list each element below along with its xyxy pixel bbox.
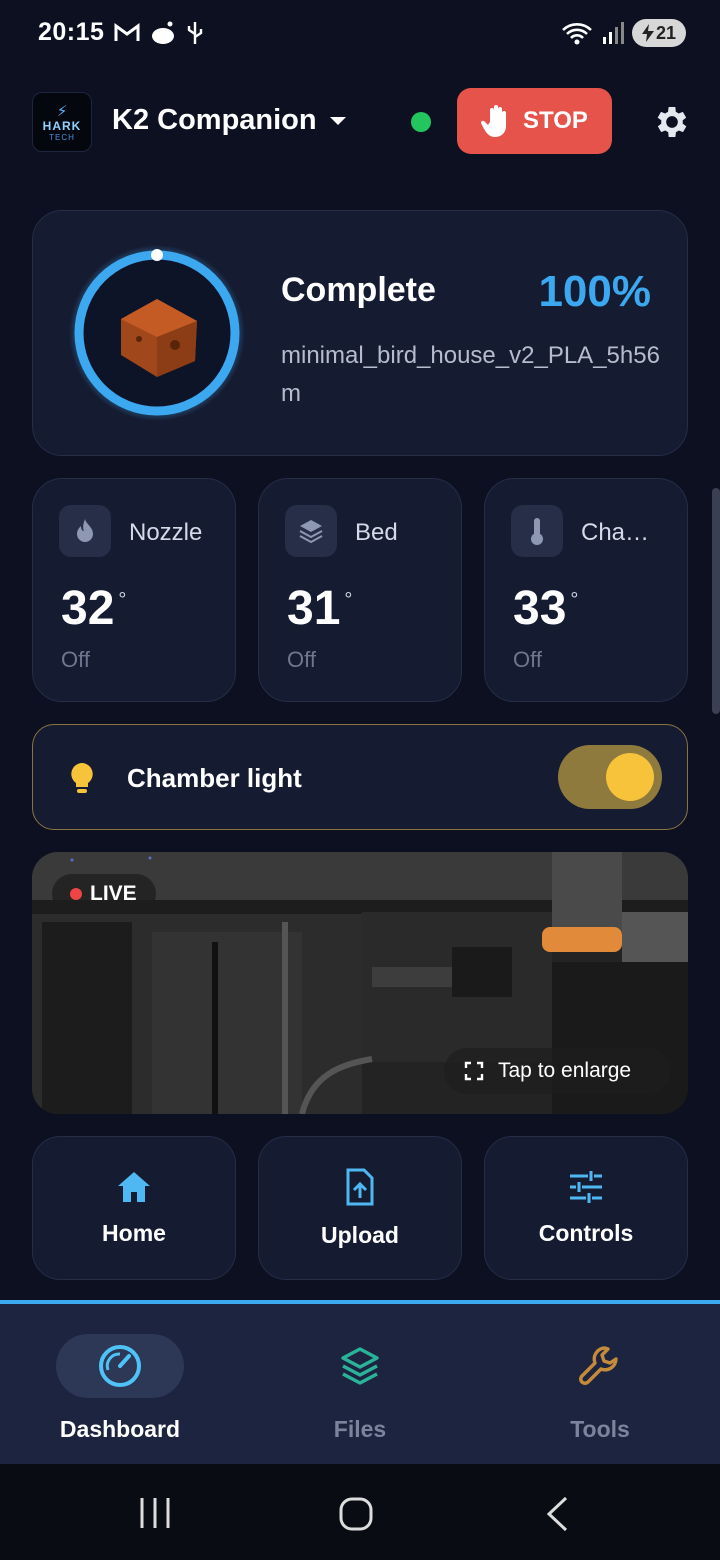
emergency-stop-button[interactable]: STOP	[457, 88, 612, 154]
nav-files[interactable]: Files	[240, 1334, 480, 1443]
temp-label: Cha…	[581, 519, 650, 546]
temp-state: Off	[61, 647, 90, 672]
live-badge: LIVE	[52, 874, 156, 914]
nav-label: Tools	[570, 1416, 630, 1442]
charging-icon	[641, 24, 654, 42]
chamber-light-label: Chamber light	[127, 763, 302, 793]
printer-selector[interactable]: K2 Companion	[112, 104, 347, 137]
chamber-light-toggle[interactable]	[558, 745, 662, 809]
print-status: Complete	[281, 271, 436, 309]
stop-label: STOP	[523, 107, 588, 134]
layers-icon	[285, 505, 337, 557]
print-percent: 100%	[538, 267, 651, 316]
connection-status-dot	[411, 112, 431, 132]
gauge-icon	[99, 1345, 141, 1387]
scrollbar[interactable]	[712, 488, 720, 714]
chevron-down-icon	[329, 116, 346, 125]
sliders-icon	[570, 1170, 602, 1203]
signal-icon	[603, 22, 624, 44]
nav-label: Dashboard	[59, 1416, 181, 1442]
status-bar: 20:15 21	[0, 0, 720, 68]
back-icon[interactable]	[544, 1496, 570, 1532]
upload-file-icon	[346, 1168, 374, 1205]
enlarge-label: Tap to enlarge	[498, 1059, 632, 1082]
home-action-button[interactable]: Home	[32, 1136, 236, 1280]
battery-indicator: 21	[632, 19, 686, 47]
nav-label: Files	[333, 1416, 387, 1442]
gear-icon[interactable]	[652, 102, 692, 142]
gmail-icon	[114, 23, 140, 41]
temp-value: 33 °	[513, 582, 579, 635]
wrench-icon	[579, 1346, 618, 1385]
temp-label: Bed	[355, 519, 398, 546]
action-label: Upload	[321, 1221, 399, 1248]
controls-action-button[interactable]: Controls	[484, 1136, 688, 1280]
app-bar: ⚡ HARK TECH K2 Companion STOP	[0, 86, 720, 158]
hand-stop-icon	[481, 105, 507, 137]
temp-state: Off	[287, 647, 316, 672]
print-progress-card[interactable]: Complete 100% minimal_bird_house_v2_PLA_…	[32, 210, 688, 456]
temp-label: Nozzle	[129, 519, 203, 546]
notification-icons	[114, 20, 204, 46]
bed-temp-card[interactable]: Bed 31 ° Off	[258, 478, 462, 702]
layers-icon	[341, 1347, 379, 1385]
bottom-nav: Dashboard Files Tools	[0, 1300, 720, 1464]
progress-ring	[69, 245, 245, 421]
enlarge-button[interactable]: Tap to enlarge	[444, 1048, 670, 1094]
nav-dashboard[interactable]: Dashboard	[0, 1334, 240, 1443]
battery-level: 21	[655, 22, 677, 43]
live-dot	[70, 888, 82, 900]
wifi-icon	[562, 23, 592, 45]
live-label: LIVE	[90, 882, 137, 905]
system-nav-bar	[0, 1464, 720, 1560]
home-icon	[118, 1171, 150, 1202]
temp-state: Off	[513, 647, 542, 672]
flame-icon	[59, 505, 111, 557]
action-label: Controls	[538, 1219, 634, 1246]
action-label: Home	[102, 1219, 166, 1246]
nav-tools[interactable]: Tools	[480, 1334, 720, 1443]
temp-value: 31 °	[287, 582, 353, 635]
nozzle-temp-card[interactable]: Nozzle 32 ° Off	[32, 478, 236, 702]
status-time: 20:15	[38, 18, 105, 46]
print-filename: minimal_bird_house_v2_PLA_5h56m	[281, 342, 660, 407]
fullscreen-icon	[464, 1061, 484, 1081]
chamber-light-card: Chamber light	[32, 724, 688, 830]
recent-apps-icon[interactable]	[138, 1496, 172, 1530]
home-nav-icon[interactable]	[338, 1496, 374, 1532]
printer-name: K2 Companion	[112, 104, 317, 136]
chamber-temp-card[interactable]: Cha… 33 ° Off	[484, 478, 688, 702]
camera-feed[interactable]: LIVE Tap to enlarge	[32, 852, 688, 1114]
app-logo: ⚡ HARK TECH	[32, 92, 92, 152]
reddit-icon	[152, 21, 174, 44]
lightbulb-icon	[71, 763, 93, 793]
temp-value: 32 °	[61, 582, 127, 635]
toggle-knob	[606, 753, 654, 801]
upload-action-button[interactable]: Upload	[258, 1136, 462, 1280]
usb-icon	[187, 22, 203, 44]
thermometer-icon	[511, 505, 563, 557]
